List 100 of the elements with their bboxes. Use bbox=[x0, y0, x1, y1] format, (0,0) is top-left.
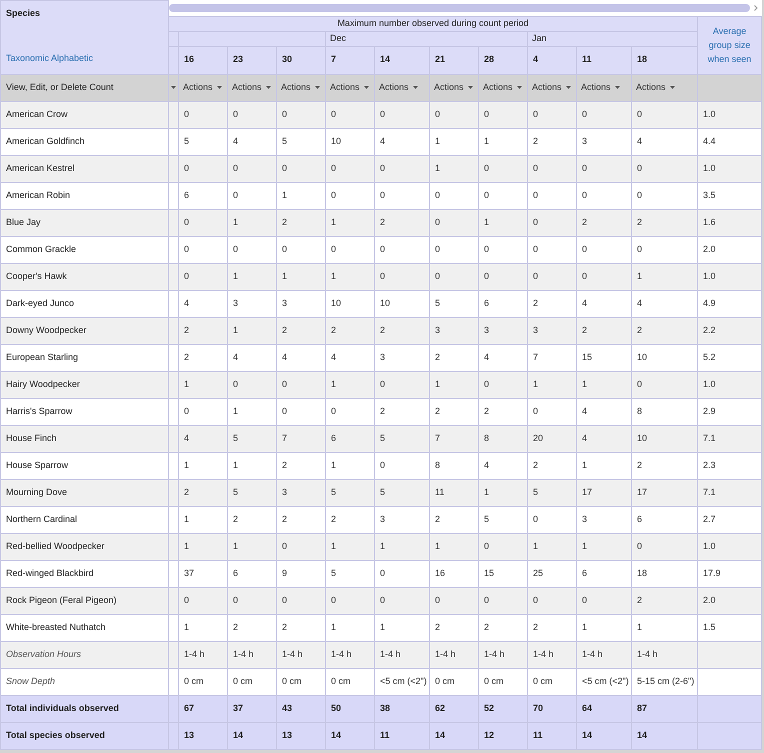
table-cell: 0 bbox=[282, 162, 288, 173]
table-cell: 0 bbox=[435, 216, 440, 227]
table-cell: 0 cm bbox=[233, 676, 253, 686]
table-cell: 4 bbox=[582, 406, 588, 416]
table-cell: 1 bbox=[233, 460, 238, 470]
table-cell: 1 bbox=[435, 540, 440, 551]
caret-icon bbox=[670, 86, 675, 89]
scroll-right-icon[interactable] bbox=[754, 5, 758, 11]
table-cell: 2 bbox=[533, 298, 538, 308]
table-cell: 3 bbox=[582, 136, 588, 146]
table-cell: 2 bbox=[484, 406, 490, 416]
table-cell: 1 bbox=[331, 270, 336, 281]
table-cell: 2 bbox=[637, 594, 642, 605]
table-cell: 1.0 bbox=[703, 162, 716, 173]
table-cell: 7.1 bbox=[703, 432, 716, 443]
table-cell: 2 bbox=[582, 216, 588, 227]
table-cell: 5 bbox=[533, 486, 538, 497]
table-cell: 1 bbox=[331, 378, 336, 389]
table-cell: 1.0 bbox=[703, 378, 716, 389]
table-cell: 0 bbox=[282, 540, 288, 551]
table-cell: 1-4 h bbox=[435, 648, 456, 659]
table-cell: 5 bbox=[282, 136, 288, 146]
table-cell: 17 bbox=[582, 486, 592, 497]
table-cell: 12 bbox=[484, 730, 494, 740]
table-cell: 4 bbox=[331, 352, 336, 362]
table-cell: 2 bbox=[233, 622, 238, 632]
table-cell: 8 bbox=[435, 460, 440, 470]
row-label: American Goldfinch bbox=[6, 136, 85, 146]
table-cell: 1 bbox=[484, 136, 490, 146]
table-cell: 5.2 bbox=[703, 352, 716, 362]
table-cell: 16 bbox=[435, 568, 446, 578]
table-cell: 0 bbox=[533, 594, 538, 605]
table-cell: 6 bbox=[484, 298, 490, 308]
table-cell: 1 bbox=[380, 622, 386, 632]
table-cell: 1 bbox=[184, 514, 190, 524]
table-cell: 3 bbox=[380, 514, 386, 524]
table-cell: 7.1 bbox=[703, 486, 716, 497]
table-cell: 2 bbox=[282, 324, 288, 335]
caret-icon bbox=[171, 86, 176, 89]
table-cell: 0 bbox=[282, 244, 288, 254]
table-cell: 0 cm bbox=[331, 676, 351, 686]
table-cell: 1 bbox=[233, 540, 238, 551]
column-header: 21 bbox=[430, 46, 478, 74]
table-cell: 2.0 bbox=[703, 244, 716, 254]
table-cell: 2 bbox=[435, 352, 440, 362]
row-label: House Finch bbox=[6, 432, 57, 443]
table-cell: 18 bbox=[637, 568, 648, 578]
table-cell: 2 bbox=[380, 324, 386, 335]
table-cell: 1 bbox=[184, 622, 190, 632]
row-label: Blue Jay bbox=[6, 216, 41, 227]
table-cell: 13 bbox=[282, 730, 292, 740]
table-cell: 1-4 h bbox=[484, 648, 505, 659]
table-cell: 0 cm bbox=[533, 676, 553, 686]
table-cell: 0 bbox=[184, 270, 190, 281]
table-cell: 2 bbox=[435, 514, 440, 524]
column-header: 11 bbox=[576, 46, 632, 74]
horizontal-scrollbar[interactable] bbox=[169, 4, 750, 12]
row-label: Total species observed bbox=[6, 730, 105, 740]
table-cell: 2 bbox=[484, 622, 490, 632]
table-cell: 0 bbox=[582, 108, 588, 119]
caret-icon bbox=[266, 86, 271, 89]
table-cell: 0 bbox=[380, 108, 386, 119]
column-header: 23 bbox=[228, 46, 276, 74]
table-cell: 2.3 bbox=[703, 460, 716, 470]
table-cell: 3 bbox=[282, 298, 288, 308]
table-cell: 0 bbox=[637, 190, 642, 200]
table-cell: 1 bbox=[435, 136, 440, 146]
table-cell: 1-4 h bbox=[380, 648, 401, 659]
table-cell: 0 bbox=[435, 594, 440, 605]
table-cell: 6 bbox=[582, 568, 588, 578]
caret-icon bbox=[516, 86, 522, 89]
table-cell: 0 cm bbox=[435, 676, 455, 686]
table-cell: 0 bbox=[435, 108, 440, 119]
table-cell: 1-4 h bbox=[184, 648, 205, 659]
table-cell: 0 bbox=[582, 244, 588, 254]
table-cell: <5 cm (<2") bbox=[582, 676, 629, 686]
table-cell: 0 bbox=[484, 244, 490, 254]
column-header: 7 bbox=[326, 46, 374, 74]
table-cell: 0 bbox=[637, 378, 642, 389]
column-header: 14 bbox=[374, 46, 430, 74]
table-cell: 1-4 h bbox=[233, 648, 254, 659]
table-cell: 3 bbox=[233, 298, 238, 308]
table-cell: 1 bbox=[637, 270, 642, 281]
table-cell: 11 bbox=[380, 730, 390, 740]
table-cell: 1.5 bbox=[703, 622, 716, 632]
table-cell: 5 bbox=[233, 432, 238, 443]
table-cell: 2.7 bbox=[703, 514, 716, 524]
table-cell: 0 bbox=[380, 568, 386, 578]
table-cell: 0 bbox=[484, 162, 490, 173]
table-cell: 62 bbox=[435, 702, 446, 713]
row-label: American Robin bbox=[6, 190, 70, 200]
row-label: White-breasted Nuthatch bbox=[6, 622, 106, 632]
caret-icon bbox=[566, 86, 571, 89]
table-cell: 4 bbox=[184, 298, 190, 308]
table-cell: 9 bbox=[282, 568, 288, 578]
row-label: Cooper's Hawk bbox=[6, 270, 67, 281]
table-cell: 4 bbox=[233, 136, 238, 146]
table-cell: 0 bbox=[637, 108, 642, 119]
caret-icon bbox=[314, 86, 320, 89]
sort-link[interactable]: Taxonomic Alphabetic bbox=[6, 52, 94, 65]
